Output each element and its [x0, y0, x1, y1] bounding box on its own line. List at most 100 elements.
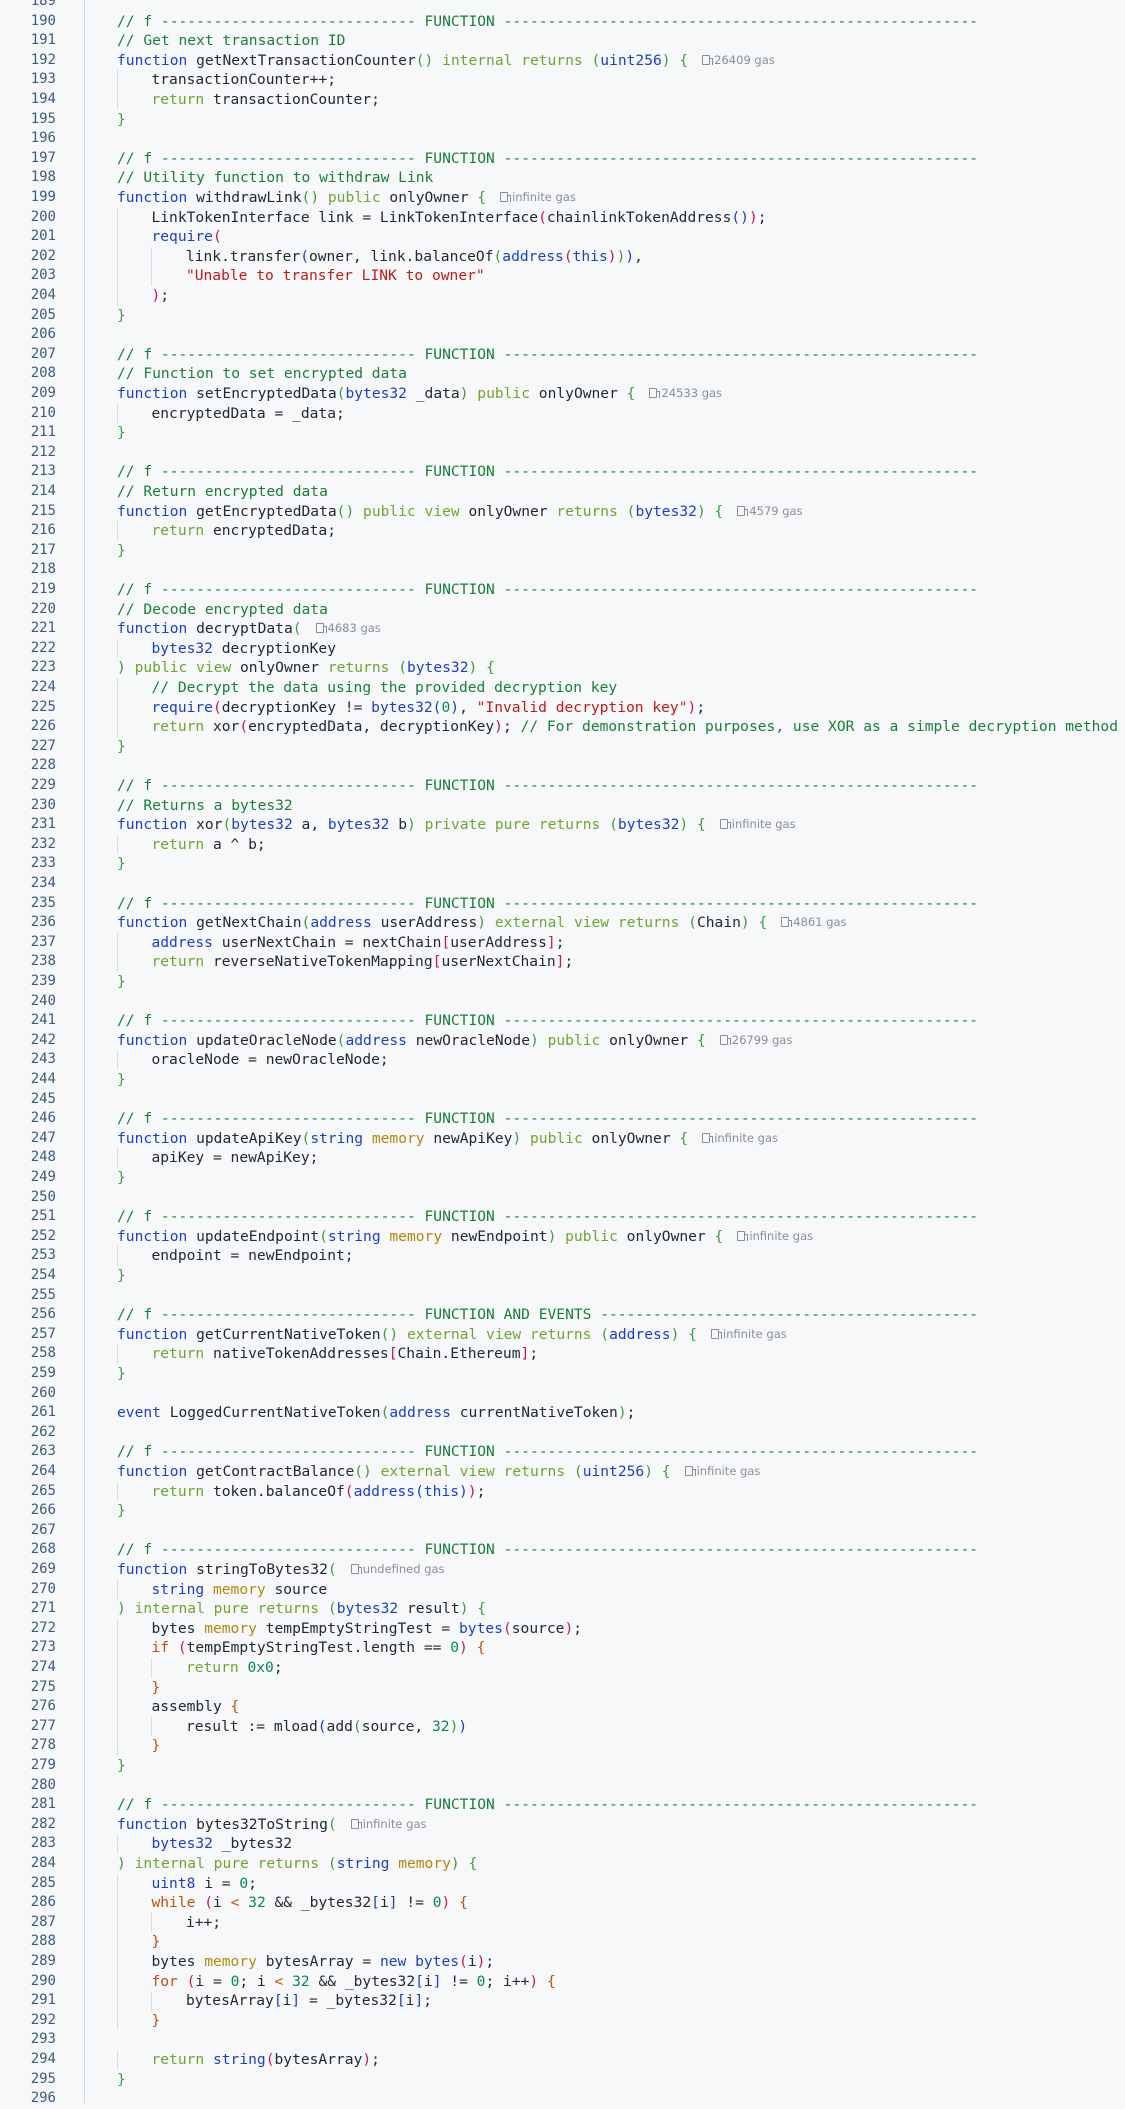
code-line[interactable]: 294 return string(bytesArray); [0, 2050, 1125, 2070]
code-line[interactable]: 199 function withdrawLink() public onlyOw… [0, 188, 1125, 208]
code-line[interactable]: 213 // f ----------------------------- FU… [0, 462, 1125, 482]
code-line[interactable]: 225 require(decryptionKey != bytes32(0), … [0, 697, 1125, 718]
code-line[interactable]: 290 for (i = 0; i < 32 && _bytes32[i] != … [0, 1971, 1125, 1992]
code-line[interactable]: 266} [0, 1501, 1125, 1521]
code-line[interactable]: 218 [0, 560, 1125, 580]
code-line[interactable]: 192 function getNextTransactionCounter() … [0, 51, 1125, 71]
code-line[interactable]: 283 bytes32 _bytes32 [0, 1834, 1125, 1854]
code-line[interactable]: 295} [0, 2070, 1125, 2090]
code-line[interactable]: 247 function updateApiKey(string memory n… [0, 1129, 1125, 1149]
code-line[interactable]: 256 // f ----------------------------- FU… [0, 1305, 1125, 1325]
code-line[interactable]: 263 // f ----------------------------- FU… [0, 1442, 1125, 1462]
code-line[interactable]: 261 event LoggedCurrentNativeToken(addres… [0, 1403, 1125, 1423]
code-line[interactable]: 210 encryptedData = _data; [0, 403, 1125, 424]
code-line[interactable]: 230 // Returns a bytes32 [0, 796, 1125, 816]
code-line[interactable]: 262 [0, 1423, 1125, 1443]
code-line[interactable]: 228 [0, 756, 1125, 776]
code-line[interactable]: 240 [0, 992, 1125, 1012]
code-line[interactable]: 259} [0, 1364, 1125, 1384]
code-line[interactable]: 292} [0, 2010, 1125, 2031]
code-line[interactable]: 234 [0, 874, 1125, 894]
code-line[interactable]: 276 assembly { [0, 1697, 1125, 1717]
code-line[interactable]: 264 function getContractBalance() externa… [0, 1462, 1125, 1482]
code-line[interactable]: 231 function xor(bytes32 a, bytes32 b) pr… [0, 815, 1125, 835]
code-line[interactable]: 248 apiKey = newApiKey; [0, 1148, 1125, 1168]
code-line[interactable]: 190 // f ----------------------------- FU… [0, 12, 1125, 32]
code-line[interactable]: 211} [0, 423, 1125, 443]
code-line[interactable]: 227} [0, 737, 1125, 757]
code-line[interactable]: 275} [0, 1677, 1125, 1698]
code-line[interactable]: 197 // f ----------------------------- FU… [0, 149, 1125, 169]
code-line[interactable]: 243 oracleNode = newOracleNode; [0, 1050, 1125, 1070]
code-line[interactable]: 205} [0, 306, 1125, 326]
code-line[interactable]: 232 return a ^ b; [0, 834, 1125, 855]
code-line[interactable]: 226 return xor(encryptedData, decryptionK… [0, 717, 1125, 737]
code-line[interactable]: 233} [0, 854, 1125, 874]
code-line[interactable]: 239} [0, 972, 1125, 992]
code-line[interactable]: 279} [0, 1756, 1125, 1776]
code-line[interactable]: 250 [0, 1188, 1125, 1208]
code-line[interactable]: 241 // f ----------------------------- FU… [0, 1011, 1125, 1031]
code-line[interactable]: 278} [0, 1736, 1125, 1756]
code-line[interactable]: 253 endpoint = newEndpoint; [0, 1246, 1125, 1266]
code-editor[interactable]: 189 190 // f -----------------------------… [0, 0, 1125, 2106]
code-line[interactable]: 260 [0, 1384, 1125, 1404]
code-line[interactable]: 193 transactionCounter++; [0, 70, 1125, 90]
code-line[interactable]: 203 "Unable to transfer LINK to owner" [0, 266, 1125, 286]
code-line[interactable]: 204); [0, 286, 1125, 306]
code-line[interactable]: 189 [0, 0, 1125, 12]
code-line[interactable]: 244} [0, 1070, 1125, 1090]
code-line[interactable]: 207 // f ----------------------------- FU… [0, 345, 1125, 365]
code-line[interactable]: 198 // Utility function to withdraw Link [0, 168, 1125, 188]
code-line[interactable]: 281 // f ----------------------------- FU… [0, 1795, 1125, 1815]
code-line[interactable]: 285 uint8 i = 0; [0, 1873, 1125, 1894]
code-line[interactable]: 224 // Decrypt the data using the provide… [0, 678, 1125, 698]
code-line[interactable]: 270 string memory source [0, 1579, 1125, 1600]
code-line[interactable]: 220 // Decode encrypted data [0, 600, 1125, 620]
code-line[interactable]: 209 function setEncryptedData(bytes32 _da… [0, 384, 1125, 404]
code-line[interactable]: 296 [0, 2089, 1125, 2109]
code-line[interactable]: 191 // Get next transaction ID [0, 31, 1125, 51]
code-line[interactable]: 258 return nativeTokenAddresses[Chain.Eth… [0, 1344, 1125, 1364]
code-line[interactable]: 291 bytesArray[i] = _bytes32[i]; [0, 1991, 1125, 2011]
code-line[interactable]: 265 return token.balanceOf(address(this))… [0, 1481, 1125, 1502]
code-line[interactable]: 195} [0, 110, 1125, 130]
code-line[interactable]: 254} [0, 1266, 1125, 1286]
code-line[interactable]: 236 function getNextChain(address userAdd… [0, 913, 1125, 933]
code-line[interactable]: 280 [0, 1776, 1125, 1796]
code-line[interactable]: 214 // Return encrypted data [0, 482, 1125, 502]
code-line[interactable]: 251 // f ----------------------------- FU… [0, 1207, 1125, 1227]
code-line[interactable]: 273 if (tempEmptyStringTest.length == 0) … [0, 1638, 1125, 1658]
code-line[interactable]: 219 // f ----------------------------- FU… [0, 580, 1125, 600]
code-line[interactable]: 208 // Function to set encrypted data [0, 364, 1125, 384]
code-line[interactable]: 221 function decryptData(4683 gas [0, 619, 1125, 639]
code-line[interactable]: 245 [0, 1090, 1125, 1110]
code-line[interactable]: 267 [0, 1521, 1125, 1541]
code-line[interactable]: 269 function stringToBytes32(undefined ga… [0, 1560, 1125, 1580]
code-line[interactable]: 229 // f ----------------------------- FU… [0, 776, 1125, 796]
code-line[interactable]: 238 return reverseNativeTokenMapping[user… [0, 952, 1125, 972]
code-line[interactable]: 271) internal pure returns (bytes32 resu… [0, 1599, 1125, 1619]
code-line[interactable]: 268 // f ----------------------------- FU… [0, 1540, 1125, 1560]
code-line[interactable]: 206 [0, 325, 1125, 345]
code-line[interactable]: 223) public view onlyOwner returns (byte… [0, 658, 1125, 678]
code-line[interactable]: 222 bytes32 decryptionKey [0, 638, 1125, 659]
code-line[interactable]: 289 bytes memory bytesArray = new bytes(i… [0, 1952, 1125, 1972]
code-line[interactable]: 252 function updateEndpoint(string memory… [0, 1227, 1125, 1247]
code-line[interactable]: 287 i++; [0, 1912, 1125, 1933]
code-line[interactable]: 242 function updateOracleNode(address new… [0, 1031, 1125, 1051]
code-line[interactable]: 257 function getCurrentNativeToken() exte… [0, 1325, 1125, 1345]
code-line[interactable]: 196 [0, 129, 1125, 149]
code-line[interactable]: 277 result := mload(add(source, 32)) [0, 1716, 1125, 1737]
code-line[interactable]: 216 return encryptedData; [0, 521, 1125, 541]
code-line[interactable]: 215 function getEncryptedData() public vi… [0, 502, 1125, 522]
code-line[interactable]: 194 return transactionCounter; [0, 90, 1125, 110]
code-line[interactable]: 286 while (i < 32 && _bytes32[i] != 0) { [0, 1893, 1125, 1913]
code-line[interactable]: 202 link.transfer(owner, link.balanceOf(a… [0, 246, 1125, 267]
code-line[interactable]: 200 LinkTokenInterface link = LinkTokenIn… [0, 207, 1125, 228]
code-line[interactable]: 282 function bytes32ToString(infinite gas [0, 1815, 1125, 1835]
code-line[interactable]: 255 [0, 1286, 1125, 1306]
code-line[interactable]: 293 [0, 2030, 1125, 2050]
code-line[interactable]: 217} [0, 541, 1125, 561]
code-line[interactable]: 274 return 0x0; [0, 1658, 1125, 1678]
